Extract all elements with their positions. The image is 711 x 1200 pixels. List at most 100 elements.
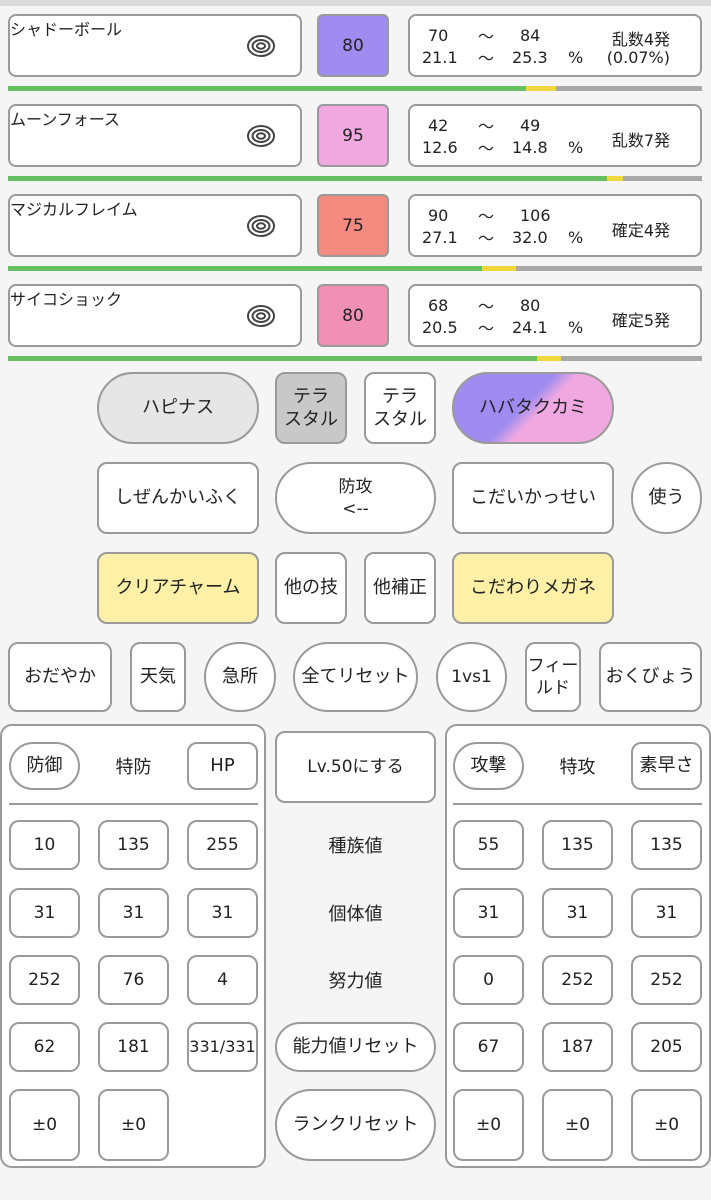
hp-bar <box>8 176 702 181</box>
defender-ev-cell[interactable]: 76 <box>98 955 169 1005</box>
defender-rank-cell[interactable]: ±0 <box>9 1089 80 1161</box>
attacker-rank-cell[interactable]: ±0 <box>453 1089 524 1161</box>
defender-item-button[interactable]: クリアチャーム <box>97 552 259 624</box>
battle-mode-button[interactable]: 1vs1 <box>436 642 507 712</box>
percent-min: 21.1 <box>422 48 458 67</box>
concentric-ring-icon[interactable] <box>246 301 276 331</box>
concentric-ring-icon[interactable] <box>246 211 276 241</box>
attacker-ev-cell[interactable]: 0 <box>453 955 524 1005</box>
defender-ev-cell[interactable]: 252 <box>9 955 80 1005</box>
attacker-iv-cell[interactable]: 31 <box>631 888 702 938</box>
other-move-button[interactable]: 他の技 <box>275 552 347 624</box>
attacker-header-divider <box>453 803 702 805</box>
iv-label: 個体値 <box>328 904 383 925</box>
defender-pokemon-button[interactable]: ハピナス <box>97 372 259 444</box>
ko-result: 乱数4発 <box>611 30 670 49</box>
tilde: 〜 <box>478 229 495 248</box>
move-name-button[interactable]: シャドーボール <box>8 14 302 77</box>
hp-bar-damage-range <box>482 266 516 271</box>
defender-base-cell[interactable]: 255 <box>187 820 258 870</box>
damage-result-box: 70 〜 84 21.1 〜 25.3% 乱数4発 (0.07%) <box>408 14 702 77</box>
defender-nature-button[interactable]: おだやか <box>8 642 112 712</box>
attacker-actual-cell[interactable]: 205 <box>631 1022 702 1072</box>
attacker-pokemon-button[interactable]: ハバタクカミ <box>452 372 614 444</box>
hp-bar-remaining <box>8 266 482 271</box>
sp-defense-label: 特防 <box>115 757 152 778</box>
move-power[interactable]: 80 <box>317 284 389 347</box>
attacker-iv-cell[interactable]: 31 <box>542 888 613 938</box>
tera-button-defender[interactable]: テラ スタル <box>275 372 347 444</box>
defender-actual-cell[interactable]: 62 <box>9 1022 80 1072</box>
move-name: マジカルフレイム <box>10 200 138 219</box>
move-name-button[interactable]: ムーンフォース <box>8 104 302 167</box>
speed-select-button[interactable]: 素早さ <box>631 742 702 790</box>
tilde: 〜 <box>478 27 495 46</box>
ko-result: 乱数7発 <box>611 131 670 150</box>
hp-bar <box>8 356 702 361</box>
percent-max: 25.3 <box>512 48 548 67</box>
attacker-iv-cell[interactable]: 31 <box>453 888 524 938</box>
defender-iv-cell[interactable]: 31 <box>98 888 169 938</box>
field-button[interactable]: フィー ルド <box>525 642 581 712</box>
percent-unit: % <box>568 318 584 337</box>
tilde: 〜 <box>478 49 495 68</box>
hp-bar <box>8 266 702 271</box>
defender-base-cell[interactable]: 10 <box>9 820 80 870</box>
sp-attack-label: 特攻 <box>559 757 596 778</box>
reset-all-button[interactable]: 全てリセット <box>293 642 418 712</box>
tilde: 〜 <box>478 297 495 316</box>
attacker-actual-cell[interactable]: 187 <box>542 1022 613 1072</box>
attacker-ability-button[interactable]: こだいかっせい <box>452 462 614 534</box>
defender-actual-cell[interactable]: 331/331 <box>187 1022 258 1072</box>
attacker-base-cell[interactable]: 135 <box>631 820 702 870</box>
percent-min: 20.5 <box>422 318 458 337</box>
rank-reset-button[interactable]: ランクリセット <box>275 1089 436 1161</box>
percent-unit: % <box>568 48 584 67</box>
move-name-button[interactable]: マジカルフレイム <box>8 194 302 257</box>
weather-button[interactable]: 天気 <box>130 642 186 712</box>
tilde: 〜 <box>478 117 495 136</box>
attacker-rank-cell[interactable]: ±0 <box>631 1089 702 1161</box>
attacker-rank-cell[interactable]: ±0 <box>542 1089 613 1161</box>
defense-select-button[interactable]: 防御 <box>9 742 80 790</box>
move-name-button[interactable]: サイコショック <box>8 284 302 347</box>
defender-actual-cell[interactable]: 181 <box>98 1022 169 1072</box>
use-ability-button[interactable]: 使う <box>631 462 702 534</box>
other-modifier-button[interactable]: 他補正 <box>364 552 436 624</box>
set-level-50-button[interactable]: Lv.50にする <box>275 731 436 803</box>
attacker-ev-cell[interactable]: 252 <box>631 955 702 1005</box>
attacker-base-cell[interactable]: 55 <box>453 820 524 870</box>
tera-button-attacker[interactable]: テラ スタル <box>364 372 436 444</box>
base-stats-label: 種族値 <box>328 836 383 857</box>
attack-select-button[interactable]: 攻撃 <box>453 742 524 790</box>
damage-result-box: 68 〜 80 20.5 〜 24.1% 確定5発 <box>408 284 702 347</box>
attacker-actual-cell[interactable]: 67 <box>453 1022 524 1072</box>
move-power[interactable]: 95 <box>317 104 389 167</box>
attacker-item-button[interactable]: こだわりメガネ <box>452 552 614 624</box>
damage-result-box: 90 〜 106 27.1 〜 32.0% 確定4発 <box>408 194 702 257</box>
hp-select-button[interactable]: HP <box>187 742 258 790</box>
percent-max: 24.1 <box>512 318 548 337</box>
damage-min: 70 <box>428 26 449 45</box>
attacker-ev-cell[interactable]: 252 <box>542 955 613 1005</box>
ev-label: 努力値 <box>328 971 383 992</box>
move-power[interactable]: 75 <box>317 194 389 257</box>
defender-ev-cell[interactable]: 4 <box>187 955 258 1005</box>
tilde: 〜 <box>478 319 495 338</box>
critical-hit-button[interactable]: 急所 <box>204 642 276 712</box>
defender-base-cell[interactable]: 135 <box>98 820 169 870</box>
hp-bar-damage-range <box>607 176 623 181</box>
ko-result: 確定5発 <box>611 311 670 330</box>
concentric-ring-icon[interactable] <box>246 31 276 61</box>
defender-rank-cell[interactable]: ±0 <box>98 1089 169 1161</box>
move-power[interactable]: 80 <box>317 14 389 77</box>
stat-reset-button[interactable]: 能力値リセット <box>275 1022 436 1072</box>
direction-toggle-button[interactable]: 防攻 <-- <box>275 462 436 534</box>
defender-iv-cell[interactable]: 31 <box>187 888 258 938</box>
attacker-nature-button[interactable]: おくびょう <box>599 642 702 712</box>
defender-ability-button[interactable]: しぜんかいふく <box>97 462 259 534</box>
defender-iv-cell[interactable]: 31 <box>9 888 80 938</box>
attacker-base-cell[interactable]: 135 <box>542 820 613 870</box>
hp-bar-remaining <box>8 356 537 361</box>
concentric-ring-icon[interactable] <box>246 121 276 151</box>
